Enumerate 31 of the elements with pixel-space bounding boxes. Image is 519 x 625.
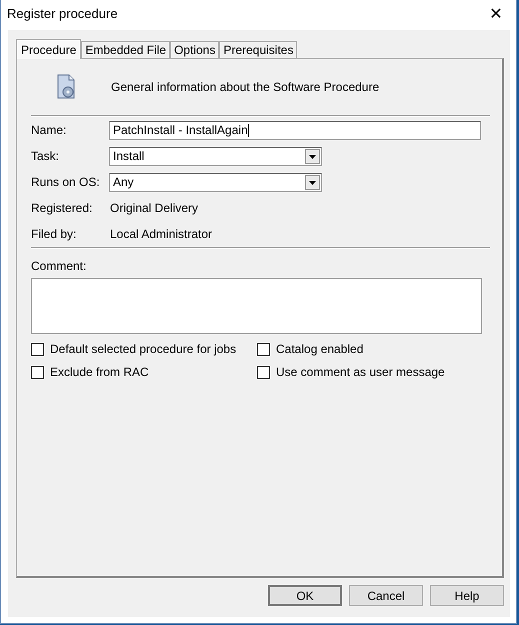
field-value: Local Administrator bbox=[109, 227, 212, 241]
checkbox[interactable] bbox=[31, 342, 44, 356]
checkbox-label: Default selected procedure for jobs bbox=[50, 342, 236, 356]
checkbox-label: Exclude from RAC bbox=[50, 365, 149, 379]
comment-label: Comment: bbox=[31, 259, 88, 273]
tab[interactable]: Embedded File bbox=[81, 41, 170, 58]
checkbox[interactable] bbox=[257, 366, 270, 378]
field-label: Filed by: bbox=[31, 227, 78, 241]
dropdown-field[interactable]: Install bbox=[109, 146, 322, 166]
checkbox[interactable] bbox=[257, 342, 270, 356]
field-label: Registered: bbox=[31, 201, 94, 215]
field-value: Original Delivery bbox=[109, 201, 198, 215]
dropdown-field[interactable]: Any bbox=[109, 172, 322, 192]
dialog-button[interactable]: Help bbox=[430, 585, 504, 606]
tab[interactable]: Prerequisites bbox=[219, 41, 298, 58]
field-label: Task: bbox=[31, 149, 60, 163]
dialog-button[interactable]: OK bbox=[268, 585, 342, 606]
tab[interactable]: Options bbox=[170, 41, 220, 58]
comment-text-area[interactable] bbox=[31, 278, 482, 334]
checkbox-label: Use comment as user message bbox=[276, 365, 445, 379]
close-button[interactable]: ✕ bbox=[476, 0, 516, 27]
dialog-button[interactable]: Cancel bbox=[349, 585, 423, 606]
tab[interactable]: Procedure bbox=[16, 39, 82, 59]
section-description: General information about the Software Procedure bbox=[111, 80, 380, 94]
field-label: Runs on OS: bbox=[31, 175, 101, 189]
field-label: Name: bbox=[31, 123, 68, 137]
window-title: Register procedure bbox=[7, 6, 118, 21]
checkbox-label: Catalog enabled bbox=[276, 342, 364, 356]
name-input-field[interactable]: PatchInstall - InstallAgain bbox=[109, 120, 481, 140]
document-icon bbox=[56, 74, 76, 100]
checkbox[interactable] bbox=[31, 366, 44, 378]
